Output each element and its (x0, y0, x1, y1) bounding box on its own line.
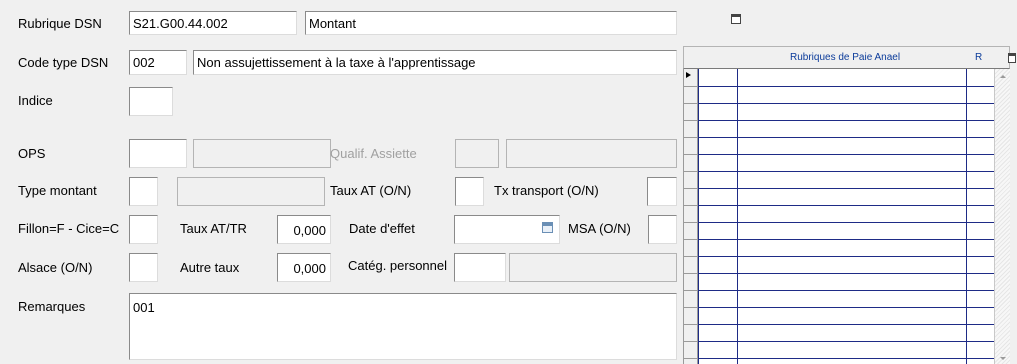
tx-transport-field[interactable] (647, 177, 677, 206)
table-row-line (698, 307, 994, 308)
grid-col-divider (737, 69, 738, 364)
row-header-divider (684, 273, 698, 274)
table-row-line (698, 341, 994, 342)
categ-personnel-libelle-field (509, 253, 677, 282)
row-header-divider (684, 120, 698, 121)
grid-col-divider (698, 69, 699, 364)
table-row-line (698, 273, 994, 274)
tx-transport-label: Tx transport (O/N) (494, 183, 599, 198)
taux-at-tr-field[interactable]: 0,000 (277, 215, 331, 244)
taux-at-tr-label: Taux AT/TR (180, 221, 247, 236)
trash-icon[interactable] (731, 14, 741, 24)
table-row-line (698, 103, 994, 104)
taux-at-on-field[interactable] (455, 177, 484, 206)
table-row-line (698, 290, 994, 291)
grid-body[interactable] (683, 69, 995, 364)
rubriques-paie-grid[interactable]: Rubriques de Paie Anael R (683, 46, 1017, 364)
code-type-dsn-code-field[interactable]: 002 (129, 50, 187, 75)
taux-at-on-label: Taux AT (O/N) (330, 183, 412, 198)
alsace-field[interactable] (129, 253, 158, 282)
ops-label: OPS (18, 146, 46, 161)
fillon-cice-label: Fillon=F - Cice=C (18, 221, 120, 236)
row-header-divider (684, 256, 698, 257)
rubrique-dsn-code-field[interactable]: S21.G00.44.002 (129, 11, 297, 35)
row-header-divider (684, 239, 698, 240)
type-montant-libelle-field (177, 177, 325, 206)
row-pointer-icon (686, 72, 691, 78)
msa-label: MSA (O/N) (568, 221, 631, 236)
row-header-gutter (684, 69, 698, 364)
qualif-assiette-label: Qualif. Assiette (330, 146, 417, 161)
categ-personnel-label: Catég. personnel (348, 258, 448, 273)
autre-taux-label: Autre taux (180, 260, 240, 275)
row-header-divider (684, 222, 698, 223)
remarques-label: Remarques (18, 299, 86, 314)
indice-label: Indice (18, 93, 53, 108)
row-header-divider (684, 188, 698, 189)
table-row-line (698, 86, 994, 87)
rubrique-dsn-label: Rubrique DSN (18, 16, 102, 31)
code-type-dsn-libelle-field[interactable]: Non assujettissement à la taxe à l'appre… (193, 50, 677, 75)
row-header-divider (684, 137, 698, 138)
type-montant-code-field[interactable] (129, 177, 158, 206)
trash-icon[interactable] (1008, 53, 1016, 63)
remarques-textarea[interactable]: 001 (129, 293, 677, 360)
autre-taux-field[interactable]: 0,000 (277, 253, 331, 282)
table-row-line (698, 239, 994, 240)
row-header-divider (684, 358, 698, 359)
date-effet-field[interactable] (454, 215, 560, 244)
table-row-line (698, 188, 994, 189)
row-header-divider (684, 103, 698, 104)
table-row-line (698, 222, 994, 223)
rubrique-dsn-libelle-field[interactable]: Montant (305, 11, 677, 35)
table-row-line (698, 154, 994, 155)
row-header-divider (684, 205, 698, 206)
row-header-divider (684, 86, 698, 87)
grid-vertical-scrollbar[interactable] (994, 69, 1010, 364)
qualif-assiette-code-field (455, 139, 499, 168)
scroll-up-arrow-icon[interactable] (1000, 75, 1006, 78)
type-montant-label: Type montant (18, 183, 97, 198)
qualif-assiette-libelle-field (506, 139, 677, 168)
calendar-icon[interactable] (542, 222, 553, 233)
alsace-label: Alsace (O/N) (18, 260, 93, 275)
scroll-down-arrow-icon[interactable] (1000, 357, 1006, 360)
row-header-divider (684, 171, 698, 172)
table-row-line (698, 256, 994, 257)
categ-personnel-code-field[interactable] (454, 253, 506, 282)
row-header-divider (684, 341, 698, 342)
table-row-line (698, 358, 994, 359)
msa-field[interactable] (648, 215, 677, 244)
ops-code-field[interactable] (129, 139, 187, 168)
code-type-dsn-label: Code type DSN (18, 55, 109, 70)
fillon-cice-field[interactable] (129, 215, 158, 244)
ops-libelle-field (193, 139, 331, 168)
grid-column-r[interactable]: R (975, 52, 982, 63)
table-row-line (698, 120, 994, 121)
grid-col-divider (966, 69, 967, 364)
indice-field[interactable] (129, 87, 173, 116)
row-header-divider (684, 290, 698, 291)
table-row-line (698, 205, 994, 206)
row-header-divider (684, 154, 698, 155)
table-row-line (698, 137, 994, 138)
grid-header: Rubriques de Paie Anael R (683, 46, 1010, 69)
row-header-divider (684, 307, 698, 308)
table-row-line (698, 171, 994, 172)
date-effet-label: Date d'effet (349, 221, 415, 236)
table-row-line (698, 324, 994, 325)
row-header-divider (684, 324, 698, 325)
grid-column-rubriques[interactable]: Rubriques de Paie Anael (790, 52, 900, 63)
